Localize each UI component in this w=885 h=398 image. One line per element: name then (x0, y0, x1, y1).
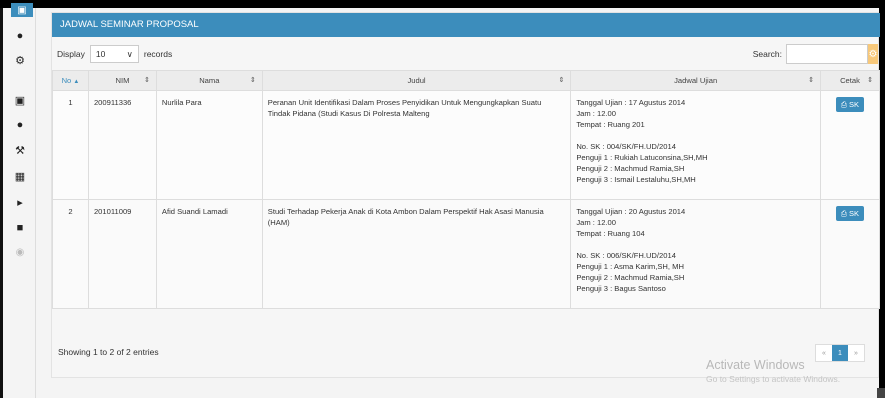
schedule-date: Tanggal Ujian : 20 Agustus 2014 (576, 207, 686, 216)
cell-judul: Studi Terhadap Pekerja Anak di Kota Ambo… (261, 199, 572, 309)
column-header-no[interactable]: No ▲ (52, 70, 89, 91)
cell-nim: 201011009 (87, 199, 157, 309)
print-icon: ⎙ (840, 100, 847, 109)
sort-asc-icon: ▲ (73, 79, 80, 85)
sort-icon: ⇕ (867, 77, 873, 84)
gavel-icon[interactable]: ⚒ (14, 144, 26, 157)
activation-watermark-subtitle: Go to Settings to activate Windows. (706, 374, 841, 384)
sort-icon: ⇕ (558, 77, 565, 84)
schedule-examiner-1: Penguji 1 : Asma Karim,SH, MH (576, 262, 684, 271)
column-header-jadwal[interactable]: Jadwal Ujian ⇕ (570, 70, 821, 91)
sort-icon: ⇕ (144, 77, 150, 84)
schedule-sk-number: No. SK : 006/SK/FH.UD/2014 (576, 251, 676, 260)
cell-no: 1 (52, 90, 89, 200)
seminar-table: No ▲ NIM ⇕ Nama ⇕ Judul ⇕ Jadwal Ujian ⇕ Cet… (52, 70, 881, 309)
window-top-frame (0, 0, 885, 8)
pagination: « 1 » (815, 344, 865, 362)
schedule-examiner-3: Penguji 3 : Ismail Lestaluhu,SH,MH (576, 175, 696, 184)
schedule-time: Jam : 12.00 (576, 218, 616, 227)
sidebar: ▣ ● ⚙ ▣ ● ⚒ ▦ ▸ ■ ◉ (0, 3, 36, 398)
table-row: 2 201011009 Afid Suandi Lamadi Studi Ter… (52, 199, 881, 309)
schedule-place: Tempat : Ruang 104 (576, 229, 645, 238)
display-label: Display (57, 49, 85, 59)
cell-nama: Nurlila Para (155, 90, 263, 200)
desktop-icon[interactable]: ▣ (11, 3, 33, 17)
panel-title: JADWAL SEMINAR PROPOSAL (52, 13, 880, 37)
seminar-panel: JADWAL SEMINAR PROPOSAL Display 10 ∨ rec… (51, 12, 881, 378)
settings-gear-icon[interactable]: ⚙ (868, 44, 878, 64)
schedule-examiner-2: Penguji 2 : Machmud Ramia,SH (576, 273, 685, 282)
schedule-examiner-2: Penguji 2 : Machmud Ramia,SH (576, 164, 685, 173)
table-header-row: No ▲ NIM ⇕ Nama ⇕ Judul ⇕ Jadwal Ujian ⇕ Cet… (52, 70, 881, 91)
cell-jadwal: Tanggal Ujian : 20 Agustus 2014 Jam : 12… (570, 199, 821, 309)
print-icon: ⎙ (840, 209, 847, 218)
column-header-cetak[interactable]: Cetak ⇕ (819, 70, 881, 91)
chevron-down-icon: ∨ (126, 48, 133, 59)
table-info: Showing 1 to 2 of 2 entries (58, 347, 159, 357)
activation-watermark-title: Activate Windows (706, 358, 805, 372)
corner-mark (877, 388, 885, 398)
sort-icon: ⇕ (249, 77, 256, 84)
cell-cetak: ⎙ SK (819, 90, 881, 200)
column-header-nim[interactable]: NIM ⇕ (87, 70, 157, 91)
cell-no: 2 (52, 199, 89, 309)
cell-nama: Afid Suandi Lamadi (155, 199, 263, 309)
column-header-nama[interactable]: Nama ⇕ (155, 70, 263, 91)
users-icon[interactable]: ● (14, 119, 26, 131)
schedule-examiner-3: Penguji 3 : Bagus Santoso (576, 284, 666, 293)
column-header-judul[interactable]: Judul ⇕ (261, 70, 572, 91)
megaphone-icon[interactable]: ▸ (14, 196, 26, 209)
pagination-page[interactable]: 1 (832, 345, 848, 361)
cell-nim: 200911336 (87, 90, 157, 200)
briefcase-icon[interactable]: ▣ (14, 94, 26, 107)
schedule-sk-number: No. SK : 004/SK/FH.UD/2014 (576, 142, 676, 151)
table-row: 1 200911336 Nurlila Para Peranan Unit Id… (52, 90, 881, 200)
collapse-icon[interactable]: ◉ (14, 246, 26, 258)
search-label: Search: (752, 49, 782, 59)
records-label: records (143, 49, 173, 59)
gear-icon[interactable]: ⚙ (14, 54, 26, 67)
search-control: Search: ⚙ (753, 43, 878, 65)
schedule-examiner-1: Penguji 1 : Rukiah Latuconsina,SH,MH (576, 153, 708, 162)
sidebar-edge (0, 8, 3, 398)
main-content: JADWAL SEMINAR PROPOSAL Display 10 ∨ rec… (36, 8, 881, 398)
book-icon[interactable]: ■ (14, 222, 26, 234)
sort-icon: ⇕ (808, 77, 814, 84)
print-sk-button[interactable]: ⎙ SK (835, 206, 864, 221)
page-length-select[interactable]: 10 ∨ (89, 45, 139, 63)
user-icon[interactable]: ● (14, 30, 26, 42)
pagination-next[interactable]: » (848, 345, 864, 361)
page-length-control: Display 10 ∨ records (57, 43, 172, 65)
schedule-date: Tanggal Ujian : 17 Agustus 2014 (576, 98, 686, 107)
cell-judul: Peranan Unit Identifikasi Dalam Proses P… (261, 90, 572, 200)
pagination-prev[interactable]: « (816, 345, 832, 361)
search-input[interactable] (786, 44, 868, 64)
schedule-place: Tempat : Ruang 201 (576, 120, 645, 129)
calendar-icon[interactable]: ▦ (14, 170, 26, 183)
cell-jadwal: Tanggal Ujian : 17 Agustus 2014 Jam : 12… (570, 90, 821, 200)
page-length-value: 10 (95, 49, 106, 59)
print-sk-button[interactable]: ⎙ SK (835, 97, 864, 112)
cell-cetak: ⎙ SK (819, 199, 881, 309)
schedule-time: Jam : 12.00 (576, 109, 616, 118)
